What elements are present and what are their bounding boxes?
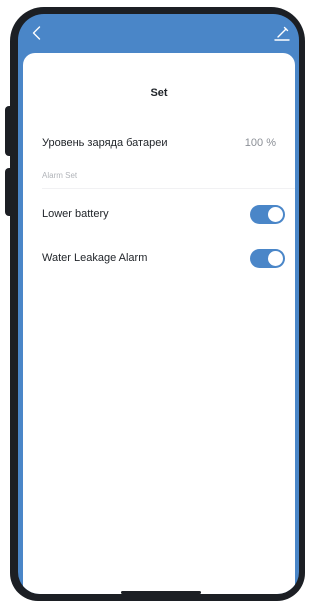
section-divider	[42, 188, 295, 189]
edit-button[interactable]	[273, 24, 291, 42]
chevron-left-icon	[32, 26, 40, 40]
toggle-knob	[268, 206, 283, 222]
water-leakage-alarm-label: Water Leakage Alarm	[42, 252, 148, 264]
toggle-knob	[268, 250, 283, 266]
page-title: Set	[150, 87, 168, 99]
alarm-section-header: Alarm Set	[42, 171, 78, 180]
app-screen: Set Уровень заряда батареи 100 % Alarm S…	[18, 14, 299, 594]
back-button[interactable]	[28, 24, 44, 42]
settings-sheet: Set Уровень заряда батареи 100 % Alarm S…	[23, 53, 295, 594]
lower-battery-toggle[interactable]	[250, 204, 285, 224]
top-navbar	[18, 14, 299, 54]
battery-level-label: Уровень заряда батареи	[42, 137, 168, 149]
water-leakage-alarm-toggle[interactable]	[250, 248, 285, 268]
home-indicator	[121, 591, 201, 594]
water-leakage-alarm-row: Water Leakage Alarm	[23, 246, 295, 270]
page: Set Уровень заряда батареи 100 % Alarm S…	[0, 0, 307, 601]
battery-level-value: 100 %	[244, 137, 276, 149]
edit-pencil-icon	[274, 26, 290, 41]
lower-battery-row: Lower battery	[23, 202, 295, 226]
battery-level-row: Уровень заряда батареи 100 %	[23, 131, 295, 155]
lower-battery-label: Lower battery	[42, 208, 109, 220]
